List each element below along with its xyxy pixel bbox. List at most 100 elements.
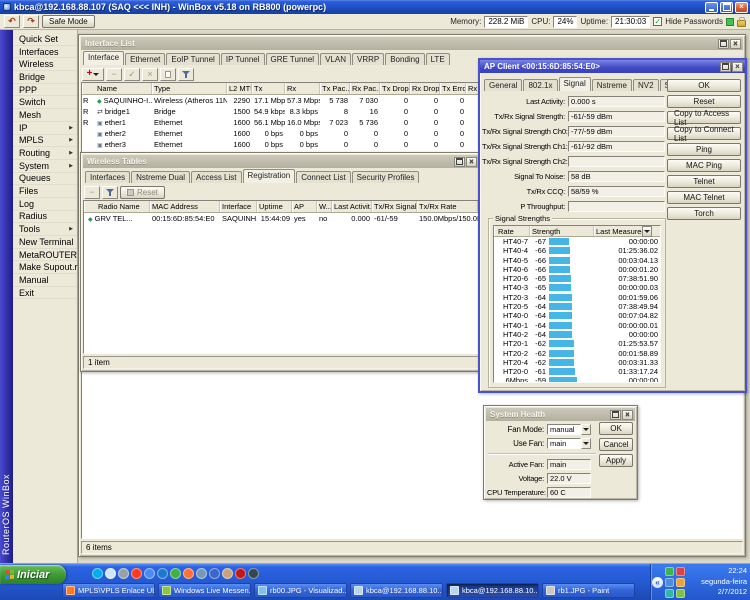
tools-icon[interactable] <box>248 568 259 579</box>
user-icon[interactable] <box>222 568 233 579</box>
column-header-strength[interactable]: Strength <box>530 226 594 236</box>
sidebar-item[interactable]: Tools ▶ <box>13 223 77 236</box>
column-header-rx-drops[interactable]: Rx Drops <box>410 83 440 94</box>
signal-tab[interactable]: Signal <box>558 77 591 91</box>
dropdown-icon[interactable] <box>581 438 591 449</box>
torch-button[interactable]: Torch <box>667 207 741 220</box>
globe-icon[interactable] <box>105 568 116 579</box>
column-header-l2mtu[interactable]: L2 MTU <box>227 83 252 94</box>
table-row[interactable]: HT40-2 -64 00:00:00 <box>494 330 660 339</box>
ati-icon[interactable] <box>235 568 246 579</box>
sidebar-item[interactable]: New Terminal ▶ <box>13 236 77 249</box>
table-row[interactable]: HT40-7 -67 00:00:00 <box>494 237 660 246</box>
column-header-tx-errors[interactable]: Tx Errors <box>440 83 466 94</box>
sidebar-item[interactable]: PPP ▶ <box>13 84 77 97</box>
messenger-tray-icon[interactable] <box>665 578 674 587</box>
column-header-uptime[interactable]: Uptime <box>257 201 292 212</box>
telnet-button[interactable]: Telnet <box>667 175 741 188</box>
internet-explorer-icon[interactable] <box>157 568 168 579</box>
column-header-w[interactable]: W... <box>317 201 332 212</box>
gre-tunnel-tab[interactable]: GRE Tunnel <box>265 53 320 65</box>
table-row[interactable]: HT40-0 -64 00:07:04.82 <box>494 311 660 320</box>
interfaces-tab[interactable]: Interfaces <box>85 171 131 183</box>
enable-button[interactable]: ✓ <box>124 67 140 81</box>
column-header-signal[interactable]: Tx/Rx Signal ... <box>372 201 417 212</box>
taskbar-task[interactable]: MPLS\VPLS Enlace Ub... <box>62 583 155 598</box>
table-row[interactable]: HT20-4 -62 00:03:31.33 <box>494 358 660 367</box>
select-value[interactable]: main <box>547 438 581 449</box>
update-icon[interactable] <box>676 578 685 587</box>
table-row[interactable]: HT20-5 -64 07:38:49.94 <box>494 302 660 311</box>
redo-icon[interactable]: ↷ <box>23 15 39 28</box>
system-health-titlebar[interactable]: System Health <box>486 408 635 421</box>
hide-passwords-checkbox[interactable] <box>653 17 663 26</box>
access-list-tab[interactable]: Access List <box>191 171 242 183</box>
close-icon[interactable] <box>466 156 477 167</box>
chrome-icon[interactable] <box>144 568 155 579</box>
sidebar-item[interactable]: Manual ▶ <box>13 274 77 287</box>
close-icon[interactable] <box>735 1 748 13</box>
table-row[interactable]: HT20-2 -62 00:01:58.89 <box>494 349 660 358</box>
sidebar-item[interactable]: Switch ▶ <box>13 96 77 110</box>
sort-dropdown-icon[interactable] <box>642 226 652 237</box>
spotify-icon[interactable] <box>170 568 181 579</box>
taskbar-task[interactable]: kbca@192.168.88.10... <box>446 583 539 598</box>
column-header-rx[interactable]: Rx <box>285 83 320 94</box>
volume-icon[interactable] <box>665 589 674 598</box>
sidebar-item[interactable]: System ▶ <box>13 160 77 173</box>
maximize-icon[interactable] <box>454 156 465 167</box>
table-row[interactable]: HT20-3 -64 00:01:59.06 <box>494 293 660 302</box>
ip-tunnel-tab[interactable]: IP Tunnel <box>220 53 265 65</box>
table-row[interactable]: HT20-6 -65 07:38:51.90 <box>494 274 660 283</box>
nstreme-dual-tab[interactable]: Nstreme Dual <box>131 171 191 183</box>
sidebar-item[interactable]: MPLS ▶ <box>13 135 77 148</box>
maximize-icon[interactable] <box>610 409 621 420</box>
minimize-icon[interactable] <box>705 1 718 13</box>
shield-icon[interactable] <box>676 589 685 598</box>
sidebar-item[interactable]: MetaROUTER ▶ <box>13 249 77 262</box>
sidebar-item[interactable]: Exit ▶ <box>13 287 77 300</box>
nstreme-tab[interactable]: Nstreme <box>591 79 632 91</box>
eoip-tunnel-tab[interactable]: EoIP Tunnel <box>166 53 220 65</box>
nv2-tab[interactable]: NV2 <box>632 79 659 91</box>
table-row[interactable]: HT20-1 -62 01:25:53.57 <box>494 339 660 348</box>
table-row[interactable]: HT40-6 -66 00:00:01.20 <box>494 265 660 274</box>
taskbar-task[interactable]: Windows Live Messen... <box>158 583 251 598</box>
vlan-tab[interactable]: VLAN <box>320 53 351 65</box>
802-1x-tab[interactable]: 802.1x <box>523 79 558 91</box>
table-row[interactable]: HT40-4 -66 01:25:36.02 <box>494 246 660 255</box>
network-status-icon[interactable] <box>665 567 674 576</box>
reset-button[interactable]: Reset <box>120 185 165 199</box>
column-header-ap[interactable]: AP <box>292 201 317 212</box>
taskbar-task[interactable]: rb00.JPG - Visualizad... <box>254 583 347 598</box>
ok-button[interactable]: OK <box>667 79 741 92</box>
ap-client-titlebar[interactable]: AP Client <00:15:6D:85:54:E0> <box>480 60 745 73</box>
sidebar-item[interactable]: Routing ▶ <box>13 147 77 160</box>
column-header-rx-pac[interactable]: Rx Pac... <box>350 83 380 94</box>
sidebar-item[interactable]: Quick Set ▶ <box>13 33 77 46</box>
registration-tab[interactable]: Registration <box>242 169 296 183</box>
remove-button[interactable]: − <box>106 67 122 81</box>
sidebar-item[interactable]: Make Supout.rif ▶ <box>13 261 82 275</box>
sidebar-item[interactable]: Mesh ▶ <box>13 109 77 122</box>
sidebar-item[interactable]: Log ▶ <box>13 198 77 211</box>
filter-button[interactable] <box>102 185 118 199</box>
collapse-tray-icon[interactable] <box>652 577 663 588</box>
safe-mode-button[interactable]: Safe Mode <box>42 15 95 28</box>
wireless-tables-titlebar[interactable]: Wireless Tables <box>83 155 479 168</box>
column-header-mac[interactable]: MAC Address <box>150 201 220 212</box>
column-header-name[interactable]: Name <box>82 83 152 94</box>
sidebar-item[interactable]: Files ▶ <box>13 185 77 198</box>
ping-button[interactable]: Ping <box>667 143 741 156</box>
column-header-tx-drops[interactable]: Tx Drops <box>380 83 410 94</box>
sidebar-item[interactable]: Wireless ▶ <box>13 58 77 72</box>
column-header-radio-name[interactable]: Radio Name <box>84 201 150 212</box>
close-icon[interactable] <box>732 61 743 72</box>
column-header-interface[interactable]: Interface <box>220 201 257 212</box>
add-interface-button[interactable]: + <box>82 67 104 81</box>
media-player-icon[interactable] <box>209 568 220 579</box>
column-header-last-activity[interactable]: Last Activit... <box>332 201 372 212</box>
lte-tab[interactable]: LTE <box>425 53 450 65</box>
antivirus-icon[interactable] <box>676 567 685 576</box>
cancel-button[interactable]: Cancel <box>599 438 633 451</box>
